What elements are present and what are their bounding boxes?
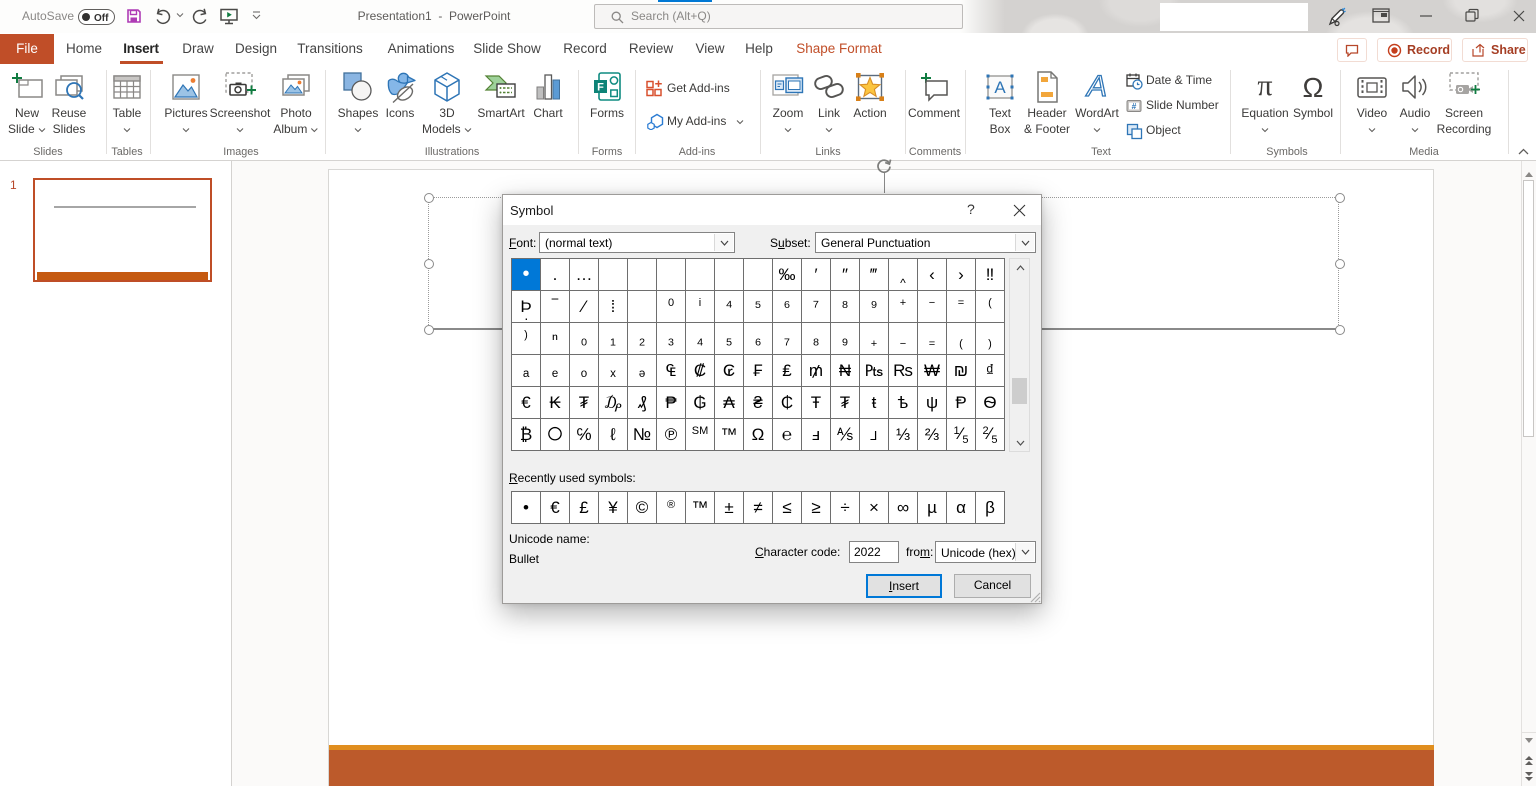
svg-text:#: # [1132,101,1137,111]
svg-text:A: A [1085,71,1107,101]
svg-text:A: A [994,78,1006,97]
svg-text:F: F [597,82,604,94]
